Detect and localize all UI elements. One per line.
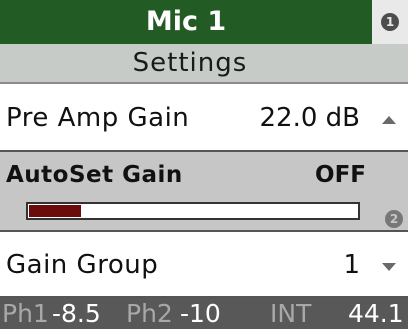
phantom1-value: -8.5	[52, 299, 101, 328]
badge-1-icon: 1	[381, 13, 399, 31]
gain-level-meter	[26, 202, 360, 220]
settings-title: Settings	[132, 48, 248, 78]
autoset-gain-label: AutoSet Gain	[6, 162, 183, 188]
gain-group-value: 1	[343, 250, 360, 280]
gain-group-label: Gain Group	[6, 250, 159, 280]
device-screen: Mic 1 1 Settings Pre Amp Gain 22.0 dB Au…	[0, 0, 408, 329]
title-side-panel: 1	[372, 0, 408, 44]
status-bar: Ph1 -8.5 Ph2 -10 INT 44.1	[0, 298, 408, 329]
phantom1-label: Ph1	[2, 299, 49, 328]
pre-amp-gain-value: 22.0 dB	[259, 103, 361, 133]
pre-amp-gain-row[interactable]: Pre Amp Gain 22.0 dB	[0, 84, 408, 152]
page-title: Mic 1	[145, 6, 227, 37]
autoset-gain-value: OFF	[315, 162, 366, 188]
gain-level-meter-fill	[29, 205, 81, 217]
title-bar: Mic 1 1	[0, 0, 408, 44]
clock-source-label: INT	[270, 299, 312, 328]
phantom2-label: Ph2	[126, 299, 173, 328]
settings-header: Settings	[0, 44, 408, 84]
up-arrow-icon[interactable]	[382, 116, 396, 124]
badge-2-icon: 2	[385, 210, 403, 228]
autoset-gain-row[interactable]: AutoSet Gain OFF 2	[0, 152, 408, 232]
sample-rate-value: 44.1	[348, 299, 404, 328]
down-arrow-icon[interactable]	[382, 263, 396, 271]
pre-amp-gain-label: Pre Amp Gain	[6, 103, 190, 133]
gain-group-row[interactable]: Gain Group 1	[0, 232, 408, 298]
phantom2-value: -10	[180, 299, 221, 328]
